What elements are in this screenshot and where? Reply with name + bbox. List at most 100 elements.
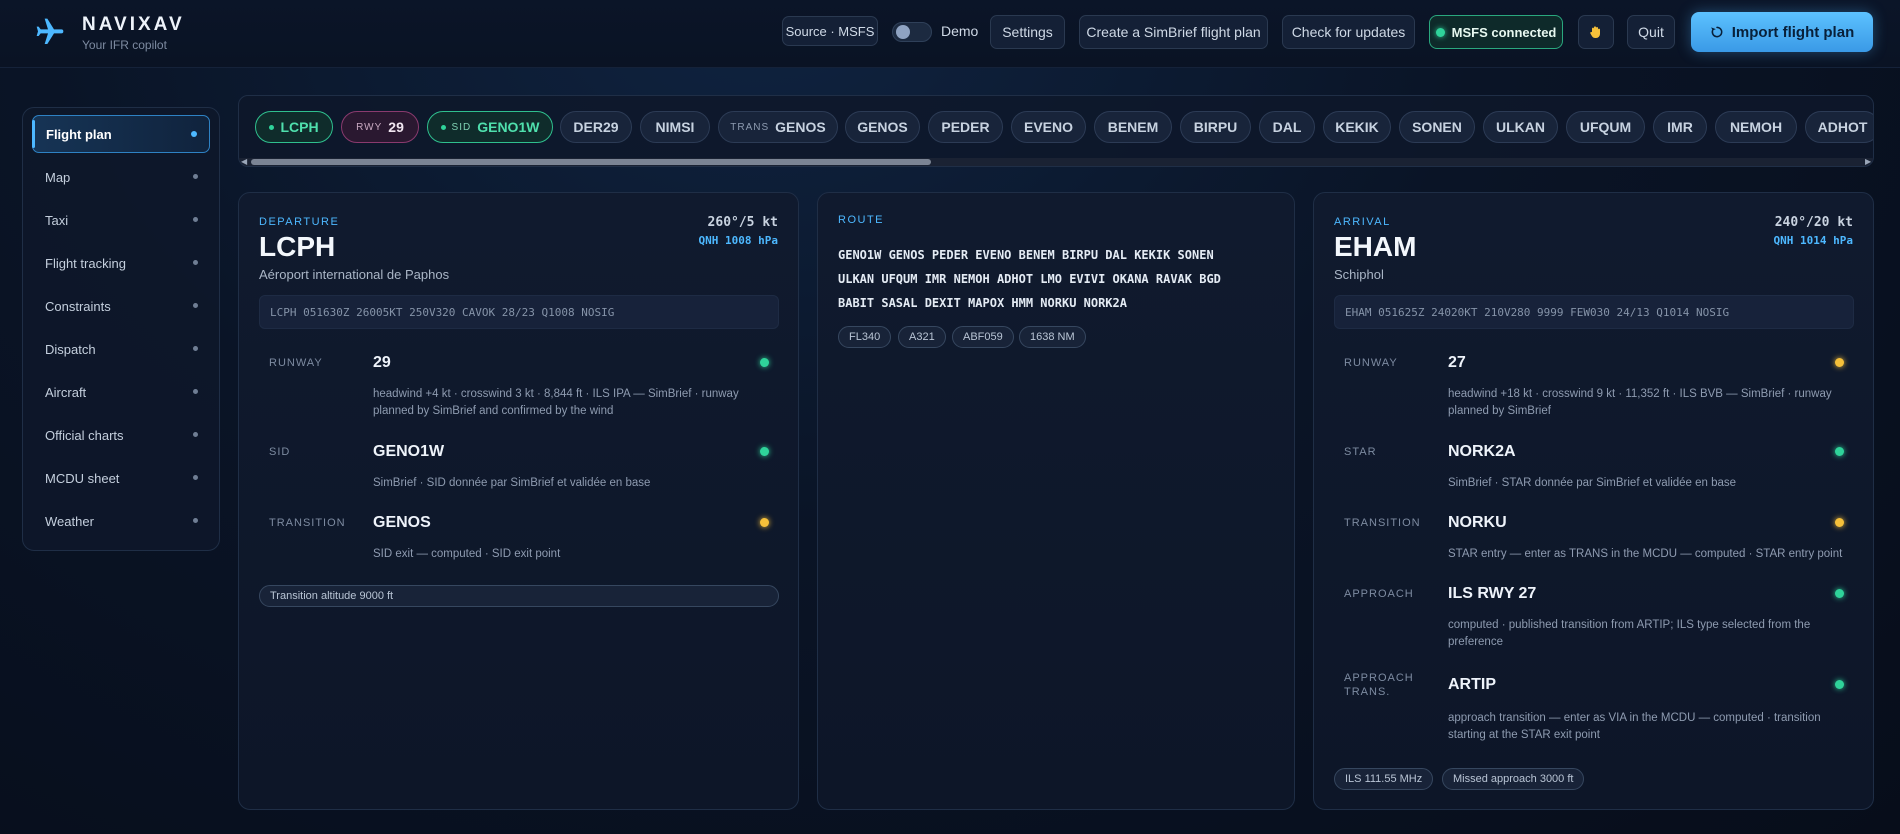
departure-runway-value: 29 xyxy=(373,354,391,371)
sidebar-item-mcdu-sheet[interactable]: MCDU sheet xyxy=(32,459,210,497)
connection-status-badge: MSFS connected xyxy=(1429,15,1563,49)
chip-waypoint[interactable]: BIRPU xyxy=(1180,111,1251,143)
sidebar-nav: Flight plan Map Taxi Flight tracking Con… xyxy=(22,107,220,551)
scroll-right-icon[interactable]: ▶ xyxy=(1865,157,1871,166)
quit-button[interactable]: Quit xyxy=(1627,15,1675,49)
route-string[interactable]: GENO1W GENOS PEDER EVENO BENEM BIRPU DAL… xyxy=(838,243,1278,315)
sidebar-item-official-charts[interactable]: Official charts xyxy=(32,416,210,454)
row-desc: preference xyxy=(1448,636,1503,648)
row-desc: SID exit — computed · SID exit point xyxy=(373,548,561,560)
sidebar-item-aircraft[interactable]: Aircraft xyxy=(32,373,210,411)
departure-wind: 260°/5 kt xyxy=(707,215,778,230)
route-chip-bar: LCPH RWY 29 SID GENO1W DER29 NIMSI TRANS GE… xyxy=(238,95,1874,167)
nav-dot xyxy=(193,217,198,222)
chip-kind: TRANS xyxy=(730,121,770,133)
chip-waypoint[interactable]: SONEN xyxy=(1399,111,1475,143)
chip-waypoint[interactable]: KEKIK xyxy=(1323,111,1391,143)
hand-icon xyxy=(1590,26,1600,38)
chip-label: IMR xyxy=(1667,119,1693,135)
brand-tagline: Your IFR copilot xyxy=(82,38,167,52)
check-updates-button[interactable]: Check for updates xyxy=(1282,15,1415,49)
sidebar-item-taxi[interactable]: Taxi xyxy=(32,201,210,239)
sidebar-item-label: Taxi xyxy=(45,212,69,228)
chip-waypoint[interactable]: UFQUM xyxy=(1566,111,1645,143)
airplane-icon xyxy=(36,18,64,44)
departure-section-label: DEPARTURE xyxy=(259,216,340,228)
sidebar-item-weather[interactable]: Weather xyxy=(32,502,210,540)
chip-waypoint[interactable]: NIMSI xyxy=(640,111,710,143)
chip-waypoint[interactable]: IMR xyxy=(1653,111,1707,143)
import-flight-plan-button[interactable]: Import flight plan xyxy=(1691,12,1873,52)
arrival-wind: 240°/20 kt xyxy=(1774,215,1853,230)
chip-label: ULKAN xyxy=(1496,119,1545,135)
arrival-panel: ARRIVAL EHAM Schiphol 240°/20 kt QNH 101… xyxy=(1313,192,1874,810)
chip-label: BIRPU xyxy=(1193,119,1238,135)
row-desc: planned by SimBrief and confirmed by the… xyxy=(373,405,614,417)
chip-waypoint[interactable]: BENEM xyxy=(1094,111,1172,143)
chip-waypoint[interactable]: PEDER xyxy=(928,111,1003,143)
route-line: GENO1W GENOS PEDER EVENO BENEM BIRPU DAL… xyxy=(838,248,1214,262)
row-label: RUNWAY xyxy=(1344,357,1398,369)
chip-runway[interactable]: RWY 29 xyxy=(341,111,419,143)
row-desc: planned by SimBrief xyxy=(1448,405,1551,417)
arrival-transition-value: NORKU xyxy=(1448,514,1507,531)
connection-label: MSFS connected xyxy=(1451,24,1557,40)
status-dot xyxy=(1435,27,1445,37)
route-section-label: ROUTE xyxy=(838,214,884,226)
row-label: TRANS. xyxy=(1344,686,1391,698)
settings-button[interactable]: Settings xyxy=(990,15,1065,49)
status-dot xyxy=(760,358,769,367)
row-label: APPROACH xyxy=(1344,672,1414,684)
sidebar-item-constraints[interactable]: Constraints xyxy=(32,287,210,325)
chip-transition[interactable]: TRANS GENOS xyxy=(718,111,838,143)
sidebar-item-flight-tracking[interactable]: Flight tracking xyxy=(32,244,210,282)
sidebar-item-flight-plan[interactable]: Flight plan xyxy=(32,115,210,153)
status-dot xyxy=(1835,358,1844,367)
row-label: APPROACH xyxy=(1344,588,1414,600)
status-dot xyxy=(760,447,769,456)
row-desc: STAR entry — enter as TRANS in the MCDU … xyxy=(1448,548,1843,560)
chip-sid[interactable]: SID GENO1W xyxy=(427,111,553,143)
source-button[interactable]: Source · MSFS xyxy=(782,16,878,46)
chip-label: GENO1W xyxy=(477,119,540,135)
brand-name: NAVIXAV xyxy=(82,14,185,35)
demo-toggle[interactable] xyxy=(892,22,932,42)
row-label: TRANSITION xyxy=(269,517,346,529)
hand-button[interactable] xyxy=(1578,15,1614,49)
sidebar-item-map[interactable]: Map xyxy=(32,158,210,196)
chip-waypoint[interactable]: DER29 xyxy=(560,111,632,143)
row-desc: SimBrief · SID donnée par SimBrief et va… xyxy=(373,477,651,489)
chip-waypoint[interactable]: EVENO xyxy=(1011,111,1086,143)
chip-label: 29 xyxy=(388,119,404,135)
chip-waypoint[interactable]: NEMOH xyxy=(1715,111,1797,143)
chip-waypoint[interactable]: DAL xyxy=(1259,111,1315,143)
nav-dot xyxy=(193,389,198,394)
sidebar-item-label: Aircraft xyxy=(45,384,87,400)
chip-label: NIMSI xyxy=(655,119,695,135)
create-simbrief-button[interactable]: Create a SimBrief flight plan xyxy=(1079,15,1268,49)
chip-waypoint[interactable]: GENOS xyxy=(845,111,920,143)
departure-icao: LCPH xyxy=(259,231,336,262)
route-panel: ROUTE GENO1W GENOS PEDER EVENO BENEM BIR… xyxy=(817,192,1295,810)
chip-label: EVENO xyxy=(1023,119,1073,135)
departure-airport-name: Aéroport international de Paphos xyxy=(259,267,450,282)
scroll-left-icon[interactable]: ◀ xyxy=(241,157,247,166)
chip-kind: SID xyxy=(451,121,472,133)
chip-waypoint[interactable]: ULKAN xyxy=(1483,111,1558,143)
sidebar-item-dispatch[interactable]: Dispatch xyxy=(32,330,210,368)
chip-departure-airport[interactable]: LCPH xyxy=(255,111,333,143)
sidebar-item-label: Flight plan xyxy=(46,126,112,142)
callsign-tag: ABF059 xyxy=(952,326,1014,348)
distance-tag: 1638 NM xyxy=(1019,326,1086,348)
status-dot xyxy=(1835,518,1844,527)
chip-label: DAL xyxy=(1272,119,1302,135)
departure-qnh: QNH 1008 hPa xyxy=(698,234,778,247)
transition-altitude-pill: Transition altitude 9000 ft xyxy=(259,585,779,607)
flight-level-tag: FL340 xyxy=(838,326,892,348)
sidebar-item-label: Weather xyxy=(45,513,94,529)
ils-frequency-pill: ILS 111.55 MHz xyxy=(1334,768,1434,790)
chip-label: GENOS xyxy=(775,119,826,135)
sidebar-item-label: Map xyxy=(45,169,71,185)
scrollbar-thumb[interactable] xyxy=(251,159,931,165)
chip-waypoint[interactable]: ADHOT xyxy=(1805,111,1873,143)
